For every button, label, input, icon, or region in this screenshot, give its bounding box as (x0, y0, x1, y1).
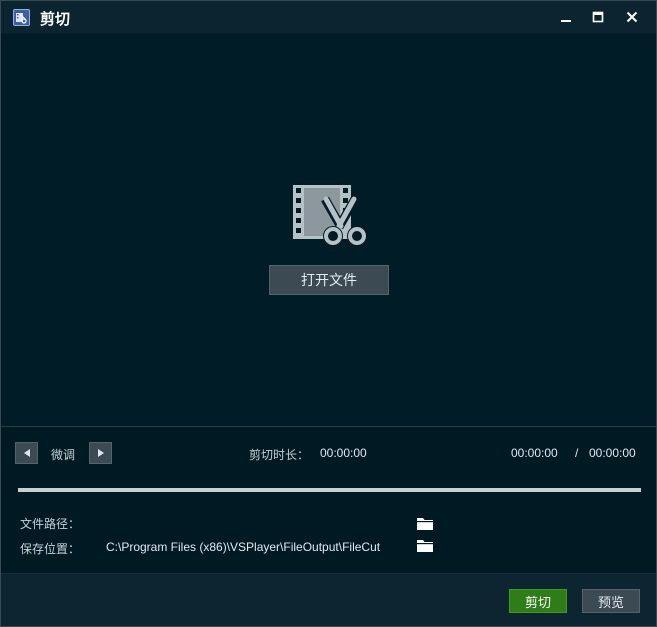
fine-tune-forward-button[interactable] (89, 442, 112, 464)
save-location-label: 保存位置： (20, 542, 81, 556)
time-separator: / (575, 446, 579, 460)
video-preview-area: 打开文件 (1, 35, 656, 426)
folder-icon[interactable] (417, 539, 433, 552)
current-time: 00:00:00 (511, 446, 558, 460)
save-location-value: C:\Program Files (x86)\VSPlayer\FileOutp… (106, 540, 381, 554)
title-bar[interactable]: 剪切 (1, 1, 656, 34)
minimize-button[interactable] (553, 5, 579, 29)
maximize-icon (592, 11, 604, 23)
window-title: 剪切 (40, 10, 71, 28)
total-time: 00:00:00 (589, 446, 636, 460)
cut-duration-value: 00:00:00 (320, 446, 367, 460)
open-file-button[interactable]: 打开文件 (269, 265, 389, 295)
fine-tune-back-button[interactable] (15, 442, 38, 464)
footer-bar: 剪切 预览 (1, 573, 656, 626)
minimize-icon (561, 20, 571, 22)
timeline-slider[interactable] (18, 488, 641, 492)
file-path-label: 文件路径： (20, 517, 81, 531)
fine-tune-label: 微调 (51, 448, 76, 462)
close-button[interactable] (619, 5, 645, 29)
preview-button[interactable]: 预览 (582, 589, 640, 613)
cut-controls: 微调 剪切时长： 00:00:00 00:00:00 / 00:00:00 文件… (1, 427, 656, 573)
timeline-fill (18, 488, 641, 492)
cut-dialog: 剪切 打开文件 微调 剪切时长： 00:00:00 00:00:00 / 00:… (0, 0, 657, 627)
maximize-button[interactable] (585, 5, 611, 29)
app-logo-icon (13, 9, 30, 26)
film-scissors-icon (293, 185, 367, 246)
cut-button[interactable]: 剪切 (509, 589, 567, 613)
triangle-left-icon (24, 449, 30, 457)
cut-duration-label: 剪切时长： (249, 448, 310, 462)
triangle-right-icon (98, 449, 104, 457)
close-icon (626, 11, 638, 23)
folder-icon[interactable] (417, 517, 433, 530)
